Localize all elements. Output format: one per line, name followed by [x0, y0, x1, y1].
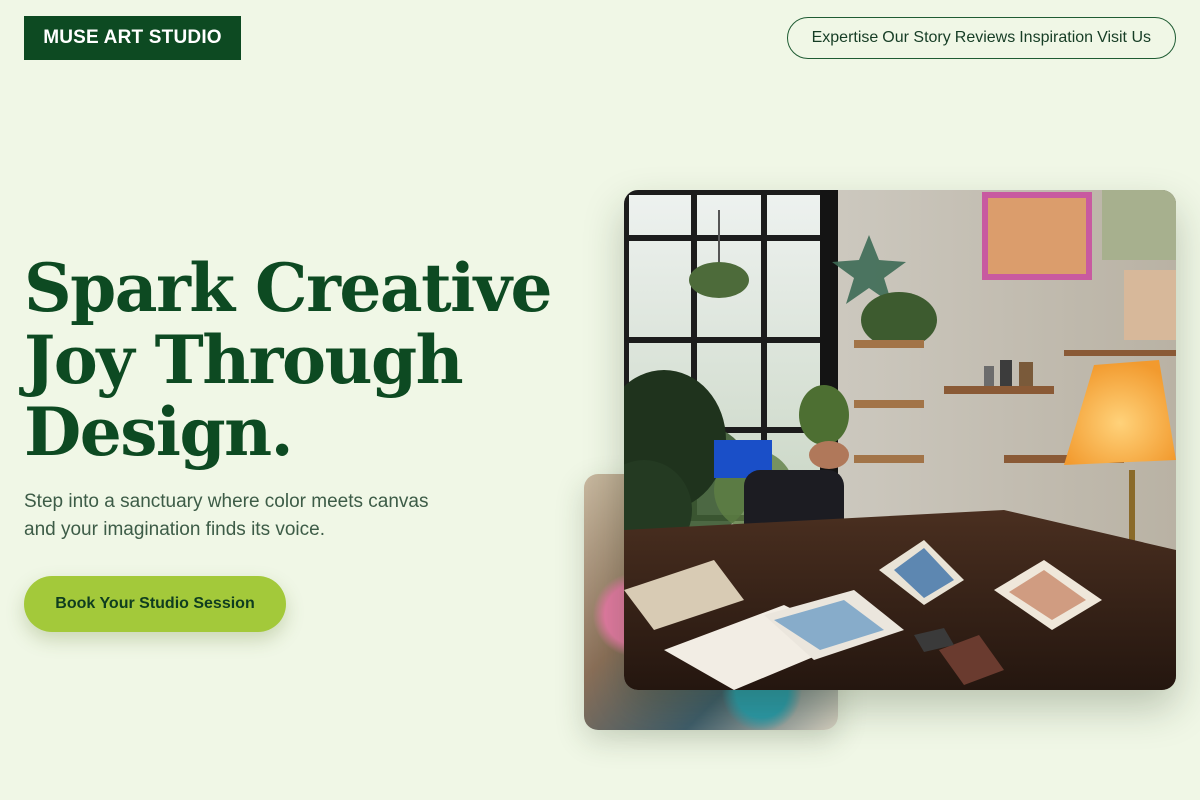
studio-image [624, 190, 1176, 690]
landing-page: MUSE ART STUDIO Expertise Our Story Revi… [0, 0, 1200, 800]
hero-subtext: Step into a sanctuary where color meets … [24, 491, 429, 540]
hero-headline-line-3: Design. [24, 393, 294, 471]
logo[interactable]: MUSE ART STUDIO [24, 16, 241, 60]
nav-link-reviews[interactable]: Reviews [955, 29, 1015, 47]
hero-headline-line-1: Spark Creative [24, 249, 553, 327]
nav-link-inspiration[interactable]: Inspiration [1019, 29, 1093, 47]
hero-headline-line-2: Joy Through [24, 321, 464, 399]
nav-link-visit-us[interactable]: Visit Us [1097, 29, 1151, 47]
main-nav: Expertise Our Story Reviews Inspiration … [786, 17, 1176, 59]
nav-link-our-story[interactable]: Our Story [882, 29, 950, 47]
book-session-button[interactable]: Book Your Studio Session [24, 576, 286, 632]
nav-link-expertise[interactable]: Expertise [812, 29, 879, 47]
hero-headline: Spark Creative Joy Through Design. [24, 252, 564, 468]
